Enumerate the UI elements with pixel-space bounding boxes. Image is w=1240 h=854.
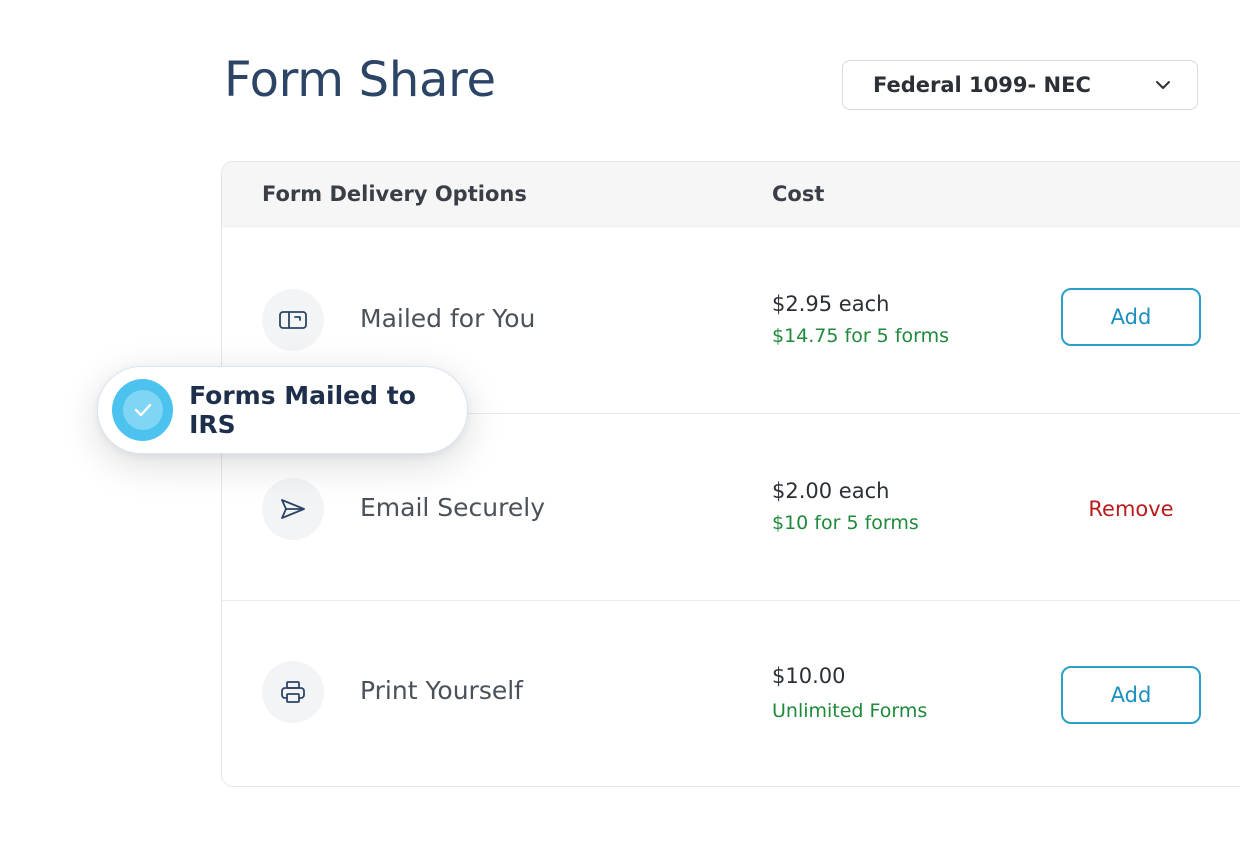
row-label: Print Yourself xyxy=(360,676,523,705)
price: $2.00 each xyxy=(772,479,890,503)
printer-icon xyxy=(262,661,324,723)
price: $2.95 each xyxy=(772,292,890,316)
row-label: Mailed for You xyxy=(360,304,536,333)
add-print-button[interactable]: Add xyxy=(1061,666,1201,724)
form-type-select[interactable]: Federal 1099- NEC xyxy=(842,60,1198,110)
remove-email-button[interactable]: Remove xyxy=(1061,489,1201,529)
chevron-down-icon xyxy=(1155,77,1171,93)
table-header: Form Delivery Options Cost xyxy=(222,162,1240,227)
table-row-print: Print Yourself $10.00 Unlimited Forms Ad… xyxy=(222,600,1240,786)
delivery-options-table: Form Delivery Options Cost Mailed for Yo… xyxy=(221,161,1240,787)
send-icon xyxy=(262,478,324,540)
mailbox-icon xyxy=(262,289,324,351)
header-delivery-options: Form Delivery Options xyxy=(262,182,527,206)
form-type-select-value: Federal 1099- NEC xyxy=(873,73,1091,97)
forms-mailed-toast: Forms Mailed to IRS xyxy=(97,366,468,454)
page-title: Form Share xyxy=(224,52,496,108)
header-cost: Cost xyxy=(772,182,825,206)
add-mailed-button[interactable]: Add xyxy=(1061,288,1201,346)
toast-label: Forms Mailed to IRS xyxy=(189,381,416,439)
price-detail: $10 for 5 forms xyxy=(772,512,919,534)
row-label: Email Securely xyxy=(360,493,545,522)
price-detail: $14.75 for 5 forms xyxy=(772,325,950,347)
check-icon xyxy=(112,379,174,441)
price: $10.00 xyxy=(772,664,846,688)
price-detail: Unlimited Forms xyxy=(772,700,928,722)
